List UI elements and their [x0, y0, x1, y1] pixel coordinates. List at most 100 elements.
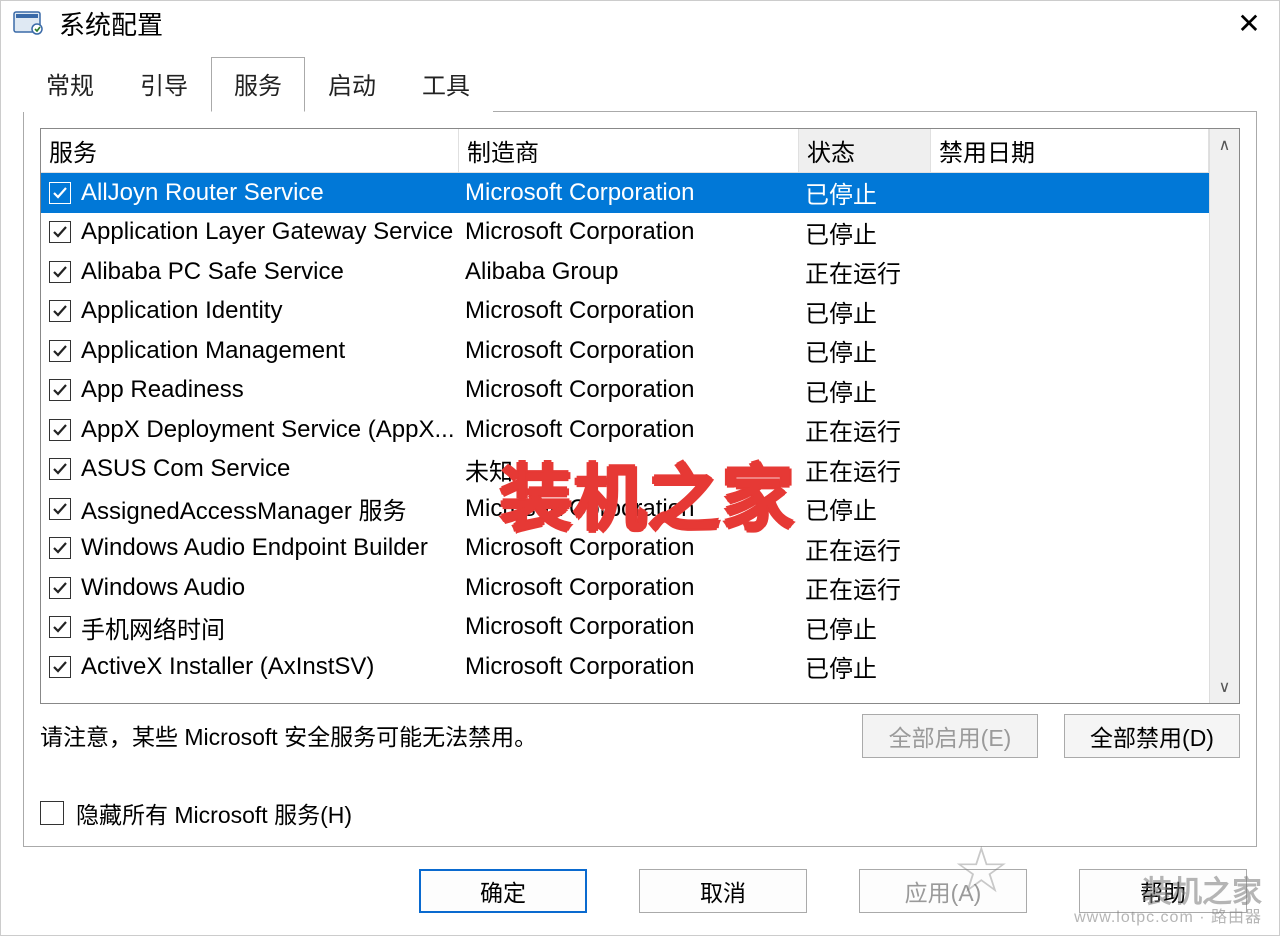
service-status: 正在运行	[799, 412, 931, 447]
service-status: 已停止	[799, 491, 931, 526]
close-button[interactable]: ✕	[1231, 7, 1267, 40]
service-manufacturer: Microsoft Corporation	[459, 376, 799, 404]
service-status: 正在运行	[799, 254, 931, 289]
service-status: 正在运行	[799, 531, 931, 566]
service-name: Alibaba PC Safe Service	[81, 258, 344, 286]
service-status: 正在运行	[799, 570, 931, 605]
service-manufacturer: 未知	[459, 452, 799, 487]
service-row[interactable]: Alibaba PC Safe Service Alibaba Group正在运行	[41, 252, 1209, 292]
service-name: Windows Audio	[81, 574, 245, 602]
window-title: 系统配置	[59, 5, 163, 42]
service-manufacturer: Alibaba Group	[459, 258, 799, 286]
app-icon	[13, 9, 45, 37]
ok-button[interactable]: 确定	[419, 869, 587, 913]
service-name: App Readiness	[81, 376, 244, 404]
scrollbar[interactable]: ∧ ∨	[1209, 129, 1239, 703]
service-checkbox[interactable]	[49, 379, 71, 401]
service-row[interactable]: Windows Audio Endpoint Builder Microsoft …	[41, 529, 1209, 569]
service-status: 已停止	[799, 610, 931, 645]
disable-all-button[interactable]: 全部禁用(D)	[1064, 714, 1240, 758]
services-list: 服务 制造商 状态 禁用日期 AllJoyn Router Service Mic…	[40, 128, 1240, 704]
service-checkbox[interactable]	[49, 300, 71, 322]
service-manufacturer: Microsoft Corporation	[459, 613, 799, 641]
service-manufacturer: Microsoft Corporation	[459, 534, 799, 562]
service-status: 已停止	[799, 294, 931, 329]
tab-startup[interactable]: 启动	[305, 57, 399, 112]
service-manufacturer: Microsoft Corporation	[459, 495, 799, 523]
service-status: 已停止	[799, 333, 931, 368]
tab-strip: 常规 引导 服务 启动 工具	[1, 49, 1279, 111]
service-checkbox[interactable]	[49, 419, 71, 441]
service-name: AppX Deployment Service (AppX...	[81, 416, 455, 444]
service-status: 已停止	[799, 215, 931, 250]
service-manufacturer: Microsoft Corporation	[459, 218, 799, 246]
service-checkbox[interactable]	[49, 182, 71, 204]
service-manufacturer: Microsoft Corporation	[459, 179, 799, 207]
tab-tools[interactable]: 工具	[399, 57, 493, 112]
titlebar: 系统配置 ✕	[1, 1, 1279, 49]
service-rows: AllJoyn Router Service Microsoft Corporat…	[41, 173, 1209, 687]
tab-label: 启动	[328, 73, 376, 100]
column-headers: 服务 制造商 状态 禁用日期	[41, 129, 1209, 173]
service-row[interactable]: AssignedAccessManager 服务 Microsoft Corpor…	[41, 489, 1209, 529]
service-row[interactable]: AppX Deployment Service (AppX...Microsof…	[41, 410, 1209, 450]
service-checkbox[interactable]	[49, 340, 71, 362]
msconfig-window: 系统配置 ✕ 常规 引导 服务 启动 工具 服务 制造商 状态 禁用日期 All…	[0, 0, 1280, 936]
service-name: Application Management	[81, 337, 345, 365]
col-status[interactable]: 状态	[799, 129, 931, 173]
service-manufacturer: Microsoft Corporation	[459, 574, 799, 602]
tab-general[interactable]: 常规	[23, 57, 117, 112]
service-name: ASUS Com Service	[81, 455, 290, 483]
service-name: Application Identity	[81, 297, 282, 325]
service-status: 已停止	[799, 649, 931, 684]
service-status: 已停止	[799, 175, 931, 210]
service-checkbox[interactable]	[49, 577, 71, 599]
service-row[interactable]: Application ManagementMicrosoft Corporat…	[41, 331, 1209, 371]
service-row[interactable]: 手机网络时间 Microsoft Corporation已停止	[41, 608, 1209, 648]
service-row[interactable]: Application Identity Microsoft Corporatio…	[41, 292, 1209, 332]
help-button[interactable]: 帮助	[1079, 869, 1247, 913]
dialog-footer: 确定 取消 应用(A) 帮助	[1, 859, 1279, 935]
service-name: Windows Audio Endpoint Builder	[81, 534, 428, 562]
service-checkbox[interactable]	[49, 221, 71, 243]
apply-button[interactable]: 应用(A)	[859, 869, 1027, 913]
service-name: Application Layer Gateway Service	[81, 218, 453, 246]
services-panel: 服务 制造商 状态 禁用日期 AllJoyn Router Service Mic…	[23, 111, 1257, 847]
security-note: 请注意，某些 Microsoft 安全服务可能无法禁用。	[40, 714, 836, 752]
col-manufacturer[interactable]: 制造商	[459, 129, 799, 173]
hide-ms-label: 隐藏所有 Microsoft 服务(H)	[76, 796, 352, 830]
enable-all-button[interactable]: 全部启用(E)	[862, 714, 1038, 758]
service-row[interactable]: Windows Audio Microsoft Corporation正在运行	[41, 568, 1209, 608]
hide-ms-checkbox[interactable]	[40, 801, 64, 825]
tab-label: 常规	[46, 73, 94, 100]
service-checkbox[interactable]	[49, 537, 71, 559]
service-row[interactable]: ASUS Com Service 未知正在运行	[41, 450, 1209, 490]
service-checkbox[interactable]	[49, 616, 71, 638]
service-checkbox[interactable]	[49, 261, 71, 283]
service-manufacturer: Microsoft Corporation	[459, 297, 799, 325]
tab-label: 引导	[140, 73, 188, 100]
service-manufacturer: Microsoft Corporation	[459, 653, 799, 681]
service-name: 手机网络时间	[81, 610, 225, 645]
service-checkbox[interactable]	[49, 498, 71, 520]
service-checkbox[interactable]	[49, 458, 71, 480]
tab-services[interactable]: 服务	[211, 57, 305, 112]
service-checkbox[interactable]	[49, 656, 71, 678]
scroll-up-icon[interactable]: ∧	[1219, 135, 1231, 155]
scroll-down-icon[interactable]: ∨	[1219, 677, 1231, 697]
service-name: AllJoyn Router Service	[81, 179, 324, 207]
service-name: AssignedAccessManager 服务	[81, 491, 406, 526]
tab-label: 服务	[234, 73, 282, 100]
service-status: 已停止	[799, 373, 931, 408]
service-row[interactable]: AllJoyn Router Service Microsoft Corporat…	[41, 173, 1209, 213]
col-disabled-date[interactable]: 禁用日期	[931, 129, 1209, 173]
service-row[interactable]: App Readiness Microsoft Corporation已停止	[41, 371, 1209, 411]
tab-label: 工具	[422, 73, 470, 100]
cancel-button[interactable]: 取消	[639, 869, 807, 913]
tab-boot[interactable]: 引导	[117, 57, 211, 112]
col-service[interactable]: 服务	[41, 129, 459, 173]
service-status: 正在运行	[799, 452, 931, 487]
service-manufacturer: Microsoft Corporation	[459, 416, 799, 444]
service-row[interactable]: ActiveX Installer (AxInstSV)Microsoft Co…	[41, 647, 1209, 687]
service-row[interactable]: Application Layer Gateway ServiceMicroso…	[41, 213, 1209, 253]
